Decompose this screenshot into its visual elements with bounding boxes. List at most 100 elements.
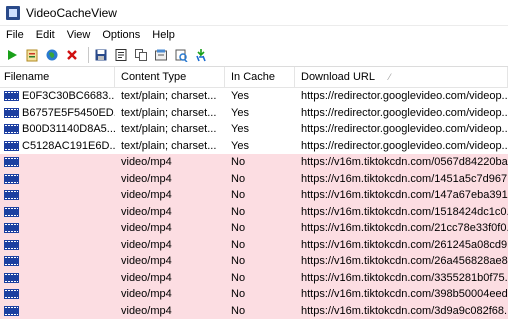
- filename-text: C5128AC191E6D...: [22, 139, 115, 152]
- cell-download-url: https://v16m.tiktokcdn.com/1518424dc1c0.…: [301, 205, 508, 218]
- table-row[interactable]: video/mp4 No https://v16m.tiktokcdn.com/3d…: [0, 302, 508, 320]
- video-file-icon: [4, 256, 19, 267]
- video-file-icon: [4, 190, 19, 201]
- table-row[interactable]: video/mp4 No https://v16m.tiktokcdn.com/21…: [0, 220, 508, 237]
- table-row[interactable]: video/mp4 No https://v16m.tiktokcdn.com/26…: [0, 253, 508, 270]
- column-header-download-url[interactable]: Download URL ⁄: [295, 67, 508, 87]
- exit-icon[interactable]: [193, 47, 209, 63]
- filename-text: B00D31140D8A5...: [22, 123, 115, 135]
- cell-filename: [0, 220, 115, 237]
- save-icon[interactable]: [93, 47, 109, 63]
- cell-in-cache: Yes: [231, 106, 249, 119]
- video-file-icon: [4, 289, 19, 300]
- globe-icon[interactable]: [44, 47, 60, 63]
- app-icon: [6, 5, 20, 20]
- menu-help[interactable]: Help: [146, 29, 181, 41]
- cell-filename: B00D31140D8A5...: [0, 121, 115, 138]
- cell-download-url: https://v16m.tiktokcdn.com/3d9a9c082f68.…: [301, 304, 508, 317]
- list-body: E0F3C30BC6683... text/plain; charset... Ye…: [0, 88, 508, 319]
- cell-filename: [0, 286, 115, 303]
- cell-download-url: https://redirector.googlevideo.com/video…: [301, 139, 508, 152]
- cell-in-cache: No: [231, 304, 246, 317]
- cell-download-url: https://v16m.tiktokcdn.com/0567d84220ba.…: [301, 156, 508, 168]
- cell-in-cache: No: [231, 189, 246, 201]
- cell-content-type: video/mp4: [121, 189, 172, 201]
- table-row[interactable]: E0F3C30BC6683... text/plain; charset... Ye…: [0, 88, 508, 105]
- cell-in-cache: No: [231, 238, 246, 251]
- video-file-icon: [4, 239, 19, 250]
- cell-filename: [0, 303, 115, 320]
- cell-filename: [0, 204, 115, 221]
- cell-content-type: text/plain; charset...: [121, 139, 217, 152]
- video-file-icon: [4, 91, 19, 102]
- menu-options[interactable]: Options: [96, 29, 146, 41]
- menu-edit[interactable]: Edit: [30, 29, 61, 41]
- cell-in-cache: No: [231, 271, 246, 284]
- table-row[interactable]: B6757E5F5450ED... text/plain; charset... Y…: [0, 105, 508, 122]
- list-header: Filename Content Type In Cache Download …: [0, 67, 508, 88]
- properties-icon[interactable]: [113, 47, 129, 63]
- table-row[interactable]: video/mp4 No https://v16m.tiktokcdn.com/39…: [0, 286, 508, 303]
- menu-bar: File Edit View Options Help: [0, 26, 508, 43]
- html-report-icon[interactable]: [153, 47, 169, 63]
- copy-icon[interactable]: [133, 47, 149, 63]
- cell-filename: [0, 171, 115, 188]
- cell-content-type: video/mp4: [121, 172, 172, 185]
- table-row[interactable]: video/mp4 No https://v16m.tiktokcdn.com/15…: [0, 203, 508, 221]
- cell-download-url: https://redirector.googlevideo.com/video…: [301, 123, 508, 135]
- menu-file[interactable]: File: [0, 29, 30, 41]
- cell-in-cache: Yes: [231, 139, 249, 152]
- column-header-content-type[interactable]: Content Type: [115, 67, 225, 87]
- cell-content-type: video/mp4: [121, 255, 172, 267]
- table-row[interactable]: video/mp4 No https://v16m.tiktokcdn.com/05…: [0, 154, 508, 171]
- cell-download-url: https://v16m.tiktokcdn.com/261245a08cd9.…: [301, 238, 508, 251]
- cell-in-cache: No: [231, 205, 246, 218]
- cell-download-url: https://redirector.googlevideo.com/video…: [301, 90, 508, 102]
- cell-in-cache: No: [231, 255, 246, 267]
- cell-in-cache: Yes: [231, 123, 249, 135]
- cell-content-type: text/plain; charset...: [121, 106, 217, 119]
- table-row[interactable]: B00D31140D8A5... text/plain; charset... Ye…: [0, 121, 508, 138]
- video-file-icon: [4, 305, 19, 316]
- cell-download-url: https://v16m.tiktokcdn.com/398b50004eed.…: [301, 288, 508, 300]
- cell-filename: [0, 253, 115, 270]
- cell-in-cache: No: [231, 172, 246, 185]
- cell-download-url: https://v16m.tiktokcdn.com/26a456828ae8.…: [301, 255, 508, 267]
- cell-content-type: video/mp4: [121, 222, 172, 234]
- video-file-icon: [4, 157, 19, 168]
- cell-content-type: video/mp4: [121, 304, 172, 317]
- open-file-icon[interactable]: [24, 47, 40, 63]
- cell-download-url: https://redirector.googlevideo.com/video…: [301, 106, 508, 119]
- cell-content-type: text/plain; charset...: [121, 123, 217, 135]
- play-icon[interactable]: [4, 47, 20, 63]
- table-row[interactable]: video/mp4 No https://v16m.tiktokcdn.com/14…: [0, 187, 508, 204]
- video-file-icon: [4, 107, 19, 118]
- video-file-icon: [4, 206, 19, 217]
- cell-content-type: video/mp4: [121, 205, 172, 218]
- cell-content-type: video/mp4: [121, 156, 172, 168]
- cell-content-type: video/mp4: [121, 271, 172, 284]
- cell-filename: E0F3C30BC6683...: [0, 88, 115, 105]
- window-title: VideoCacheView: [26, 5, 117, 20]
- sort-indicator-icon: ⁄: [388, 72, 391, 82]
- table-row[interactable]: video/mp4 No https://v16m.tiktokcdn.com/33…: [0, 269, 508, 287]
- video-file-icon: [4, 223, 19, 234]
- cell-content-type: text/plain; charset...: [121, 90, 217, 102]
- file-list: Filename Content Type In Cache Download …: [0, 67, 508, 328]
- cell-in-cache: No: [231, 288, 246, 300]
- table-row[interactable]: video/mp4 No https://v16m.tiktokcdn.com/26…: [0, 236, 508, 253]
- column-header-filename[interactable]: Filename: [0, 67, 115, 87]
- table-row[interactable]: video/mp4 No https://v16m.tiktokcdn.com/14…: [0, 170, 508, 188]
- cell-filename: B6757E5F5450ED...: [0, 105, 115, 122]
- toolbar: [0, 44, 508, 67]
- filename-text: B6757E5F5450ED...: [22, 106, 115, 119]
- cell-filename: [0, 270, 115, 287]
- menu-view[interactable]: View: [61, 29, 97, 41]
- table-row[interactable]: C5128AC191E6D... text/plain; charset... Ye…: [0, 138, 508, 155]
- cell-content-type: video/mp4: [121, 238, 172, 251]
- column-header-in-cache[interactable]: In Cache: [225, 67, 295, 87]
- cell-filename: [0, 187, 115, 204]
- delete-icon[interactable]: [64, 47, 80, 63]
- video-file-icon: [4, 173, 19, 184]
- refresh-icon[interactable]: [173, 47, 189, 63]
